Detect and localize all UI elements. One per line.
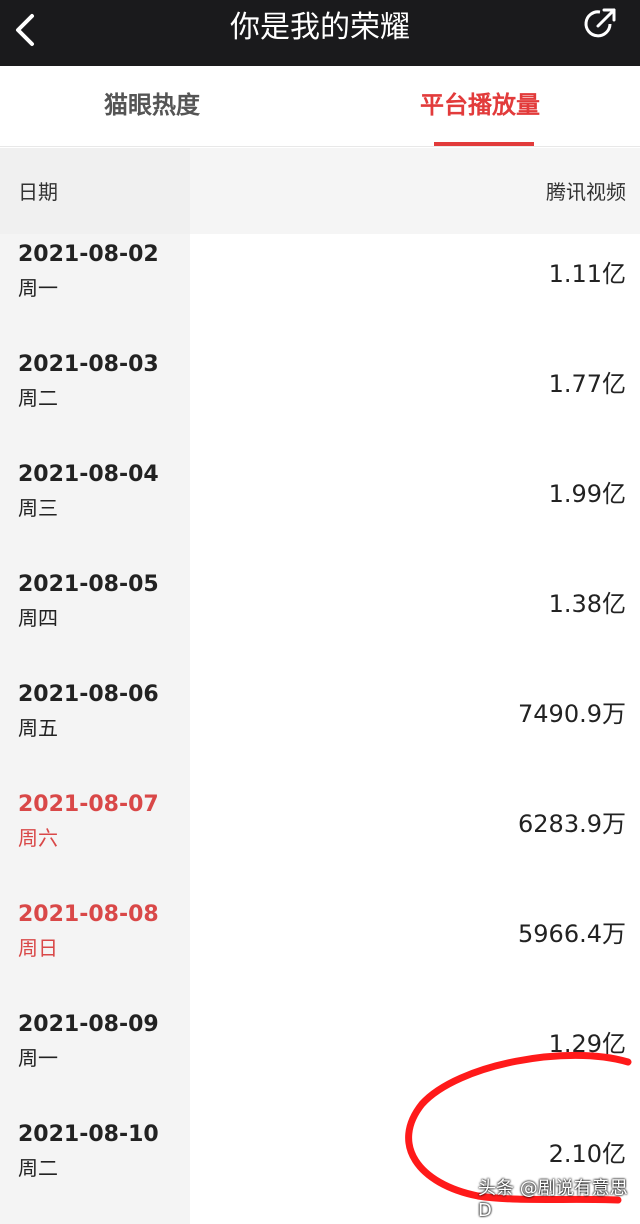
row-value: 1.38亿 (548, 590, 626, 618)
row-date: 2021-08-06 (18, 682, 159, 707)
table-row: 2021-08-04 周三 1.99亿 (0, 454, 640, 564)
table-row: 2021-08-06 周五 7490.9万 (0, 674, 640, 784)
row-weekday: 周一 (18, 276, 58, 300)
row-date: 2021-08-10 (18, 1122, 159, 1147)
tab-platform-plays[interactable]: 平台播放量 (420, 66, 540, 146)
row-date: 2021-08-07 (18, 792, 159, 817)
row-date: 2021-08-08 (18, 902, 159, 927)
row-value: 5966.4万 (518, 920, 626, 948)
page-title: 你是我的荣耀 (230, 10, 410, 45)
row-value: 7490.9万 (518, 700, 626, 728)
row-value: 1.77亿 (548, 370, 626, 398)
row-value: 6283.9万 (518, 810, 626, 838)
table-row: 2021-08-02 周一 1.11亿 (0, 234, 640, 344)
row-value: 1.99亿 (548, 480, 626, 508)
table-row: 2021-08-08 周日 5966.4万 (0, 894, 640, 1004)
tab-maoyan-heat[interactable]: 猫眼热度 (104, 66, 200, 146)
row-date: 2021-08-02 (18, 242, 159, 267)
row-weekday: 周三 (18, 496, 58, 520)
row-date: 2021-08-09 (18, 1012, 159, 1037)
active-tab-indicator (434, 142, 534, 146)
table-row: 2021-08-07 周六 6283.9万 (0, 784, 640, 894)
row-value: 1.11亿 (548, 260, 626, 288)
row-date: 2021-08-05 (18, 572, 159, 597)
row-weekday: 周一 (18, 1046, 58, 1070)
row-weekday: 周二 (18, 386, 58, 410)
row-weekday: 周四 (18, 606, 58, 630)
column-header-date: 日期 (18, 180, 58, 204)
table-row: 2021-08-03 周二 1.77亿 (0, 344, 640, 454)
share-icon[interactable] (580, 4, 620, 44)
top-bar: 你是我的荣耀 (0, 0, 640, 66)
row-weekday: 周五 (18, 716, 58, 740)
row-date: 2021-08-03 (18, 352, 159, 377)
row-date: 2021-08-04 (18, 462, 159, 487)
table-row: 2021-08-05 周四 1.38亿 (0, 564, 640, 674)
row-weekday: 周六 (18, 826, 58, 850)
table-header: 日期 腾讯视频 (0, 148, 640, 234)
tab-bar: 猫眼热度 平台播放量 (0, 66, 640, 147)
row-weekday: 周二 (18, 1156, 58, 1180)
row-weekday: 周日 (18, 936, 58, 960)
watermark: 头条 @剧说有意思D (478, 1178, 628, 1221)
column-header-platform[interactable]: 腾讯视频 (546, 176, 626, 205)
